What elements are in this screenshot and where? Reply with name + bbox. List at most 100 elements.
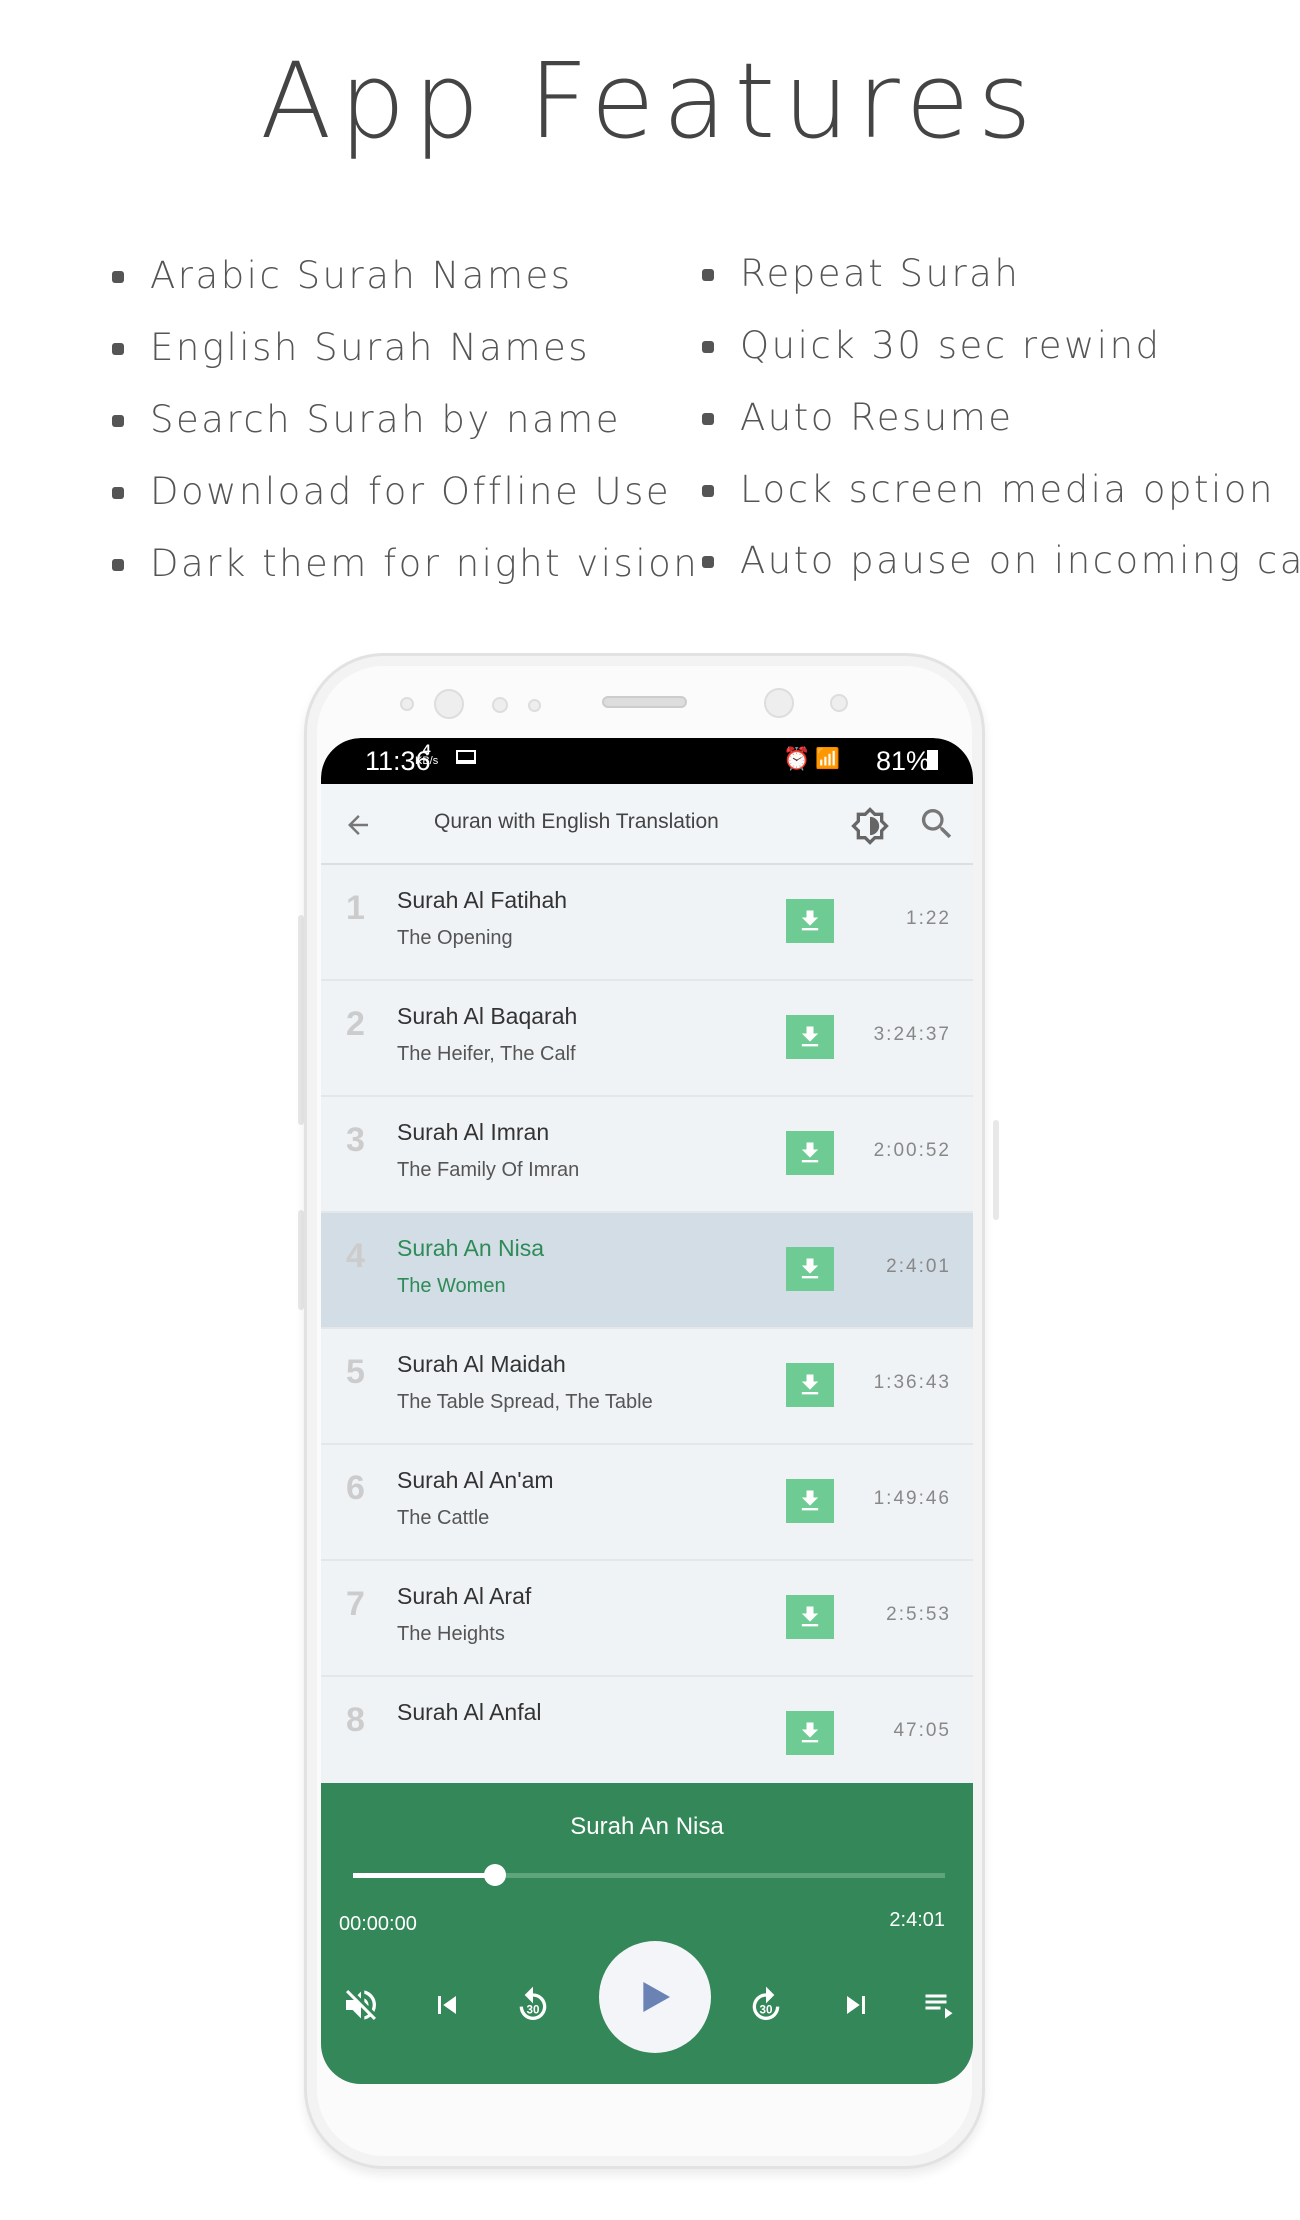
download-icon — [801, 1722, 819, 1743]
surah-number: 1 — [346, 889, 365, 927]
surah-number: 8 — [346, 1701, 365, 1739]
feature-item: Arabic Surah Names — [112, 254, 573, 297]
feature-item: Lock screen media option — [702, 468, 1275, 511]
seek-handle[interactable] — [484, 1864, 507, 1886]
alarm-icon: ⏰ — [783, 746, 811, 771]
surah-number: 4 — [346, 1237, 365, 1275]
surah-list-item[interactable]: 8 Surah Al Anfal 47:05 — [321, 1677, 973, 1793]
download-button[interactable] — [786, 1479, 834, 1523]
surah-duration: 3:24:37 — [873, 1024, 951, 1045]
surah-subtitle: The Table Spread, The Table — [397, 1391, 653, 1413]
surah-subtitle: The Heights — [397, 1623, 505, 1645]
surah-list-item[interactable]: 7 Surah Al Araf The Heights 2:5:53 — [321, 1561, 973, 1677]
skip-next-icon — [847, 1996, 865, 2014]
surah-duration: 1:36:43 — [873, 1372, 951, 1393]
volume-off-icon — [346, 1990, 377, 2020]
download-button[interactable] — [786, 1711, 834, 1755]
speed-unit: KB/s — [415, 755, 439, 767]
surah-duration: 2:00:52 — [873, 1140, 951, 1161]
feature-item: Auto pause on incoming call — [701, 539, 1300, 582]
surah-list-item[interactable]: 5 Surah Al Maidah The Table Spread, The … — [321, 1329, 973, 1445]
surah-title: Surah Al Imran — [397, 1119, 550, 1145]
surah-subtitle: The Family Of Imran — [397, 1159, 580, 1181]
surah-list-item[interactable]: 3 Surah Al Imran The Family Of Imran 2:0… — [321, 1097, 973, 1213]
surah-title: Surah Al Araf — [397, 1583, 532, 1609]
battery-level: 81% — [876, 746, 931, 776]
rewind-30-button[interactable]: 30 — [511, 1983, 555, 2027]
search-icon[interactable] — [917, 804, 957, 844]
surah-title: Surah Al Anfal — [397, 1699, 542, 1725]
download-button[interactable] — [786, 1131, 834, 1175]
feature-item: Repeat Surah — [701, 252, 1021, 295]
surah-list-item[interactable]: 1 Surah Al Fatihah The Opening 1:22 — [321, 865, 973, 981]
playlist-play-icon — [925, 1994, 953, 2019]
phone-sensor — [528, 699, 541, 712]
download-button[interactable] — [786, 1015, 834, 1059]
player-title: Surah An Nisa — [570, 1813, 724, 1840]
feature-item: Download for Offline Use — [111, 470, 672, 513]
feature-item: Search Surah by name — [112, 398, 621, 441]
surah-list-item[interactable]: 2 Surah Al Baqarah The Heifer, The Calf … — [321, 981, 973, 1097]
download-icon — [801, 1258, 819, 1279]
total-time: 2:4:01 — [889, 1909, 945, 1931]
phone-front-camera — [764, 688, 794, 718]
phone-sensor — [492, 697, 508, 713]
phone-speaker — [602, 696, 687, 708]
surah-subtitle: The Women — [397, 1275, 506, 1297]
seek-bar[interactable] — [353, 1864, 945, 1886]
page-title: App Features — [260, 40, 1040, 162]
feature-item: English Surah Names — [111, 326, 591, 369]
arrow-back-icon[interactable] — [343, 810, 373, 840]
feature-item: Dark them for night vision — [111, 542, 700, 585]
svg-text:30: 30 — [760, 2003, 773, 2016]
mute-button[interactable] — [339, 1983, 383, 2027]
forward-30-icon: 30 — [752, 1986, 780, 2020]
seek-progress — [353, 1873, 496, 1878]
battery-icon — [927, 750, 938, 770]
phone-camera — [434, 689, 464, 719]
surah-list-item[interactable]: 4 Surah An Nisa The Women 2:4:01 — [321, 1213, 973, 1329]
surah-number: 3 — [346, 1121, 365, 1159]
previous-button[interactable] — [425, 1983, 469, 2027]
play-button[interactable] — [599, 1941, 711, 2053]
download-button[interactable] — [786, 1363, 834, 1407]
svg-text:30: 30 — [527, 2003, 540, 2016]
speed-value: 4 — [422, 741, 431, 757]
network-speed: 4 KB/s — [415, 741, 439, 767]
surah-duration: 1:22 — [906, 908, 951, 929]
surah-title: Surah Al Maidah — [397, 1351, 566, 1377]
elapsed-time: 00:00:00 — [339, 1913, 417, 1935]
wifi-signal-icon: 📶 — [815, 748, 840, 770]
laptop-icon — [456, 750, 476, 764]
download-icon — [801, 910, 819, 931]
download-icon — [801, 1142, 819, 1163]
playlist-button[interactable] — [917, 1983, 961, 2027]
phone-screen: 11:36 4 KB/s ⏰ 📶 81% Quran with English T… — [321, 738, 973, 2084]
download-button[interactable] — [786, 1247, 834, 1291]
surah-list-item[interactable]: 6 Surah Al An'am The Cattle 1:49:46 — [321, 1445, 973, 1561]
brightness-icon[interactable] — [850, 806, 890, 846]
media-player: Surah An Nisa 00:00:00 2:4:01 30 30 — [321, 1783, 973, 2084]
surah-number: 5 — [346, 1353, 365, 1391]
download-button[interactable] — [786, 1595, 834, 1639]
download-icon — [801, 1026, 819, 1047]
play-icon — [643, 1982, 670, 2012]
next-button[interactable] — [834, 1983, 878, 2027]
surah-number: 2 — [346, 1005, 365, 1043]
surah-duration: 1:49:46 — [873, 1488, 951, 1509]
surah-title: Surah Al Baqarah — [397, 1003, 578, 1029]
feature-item: Auto Resume — [702, 396, 1014, 439]
skip-previous-icon — [438, 1996, 456, 2014]
surah-number: 6 — [346, 1469, 365, 1507]
forward-30-button[interactable]: 30 — [744, 1983, 788, 2027]
surah-duration: 2:5:53 — [886, 1604, 951, 1625]
toolbar-title: Quran with English Translation — [434, 810, 719, 833]
feature-item: Quick 30 sec rewind — [702, 324, 1162, 367]
surah-title: Surah Al Fatihah — [397, 887, 568, 913]
surah-duration: 47:05 — [893, 1720, 951, 1741]
surah-subtitle: The Heifer, The Calf — [397, 1043, 576, 1065]
replay-30-icon: 30 — [519, 1986, 547, 2020]
download-button[interactable] — [786, 899, 834, 943]
surah-title: Surah Al An'am — [397, 1467, 554, 1493]
surah-subtitle: The Opening — [397, 927, 513, 949]
